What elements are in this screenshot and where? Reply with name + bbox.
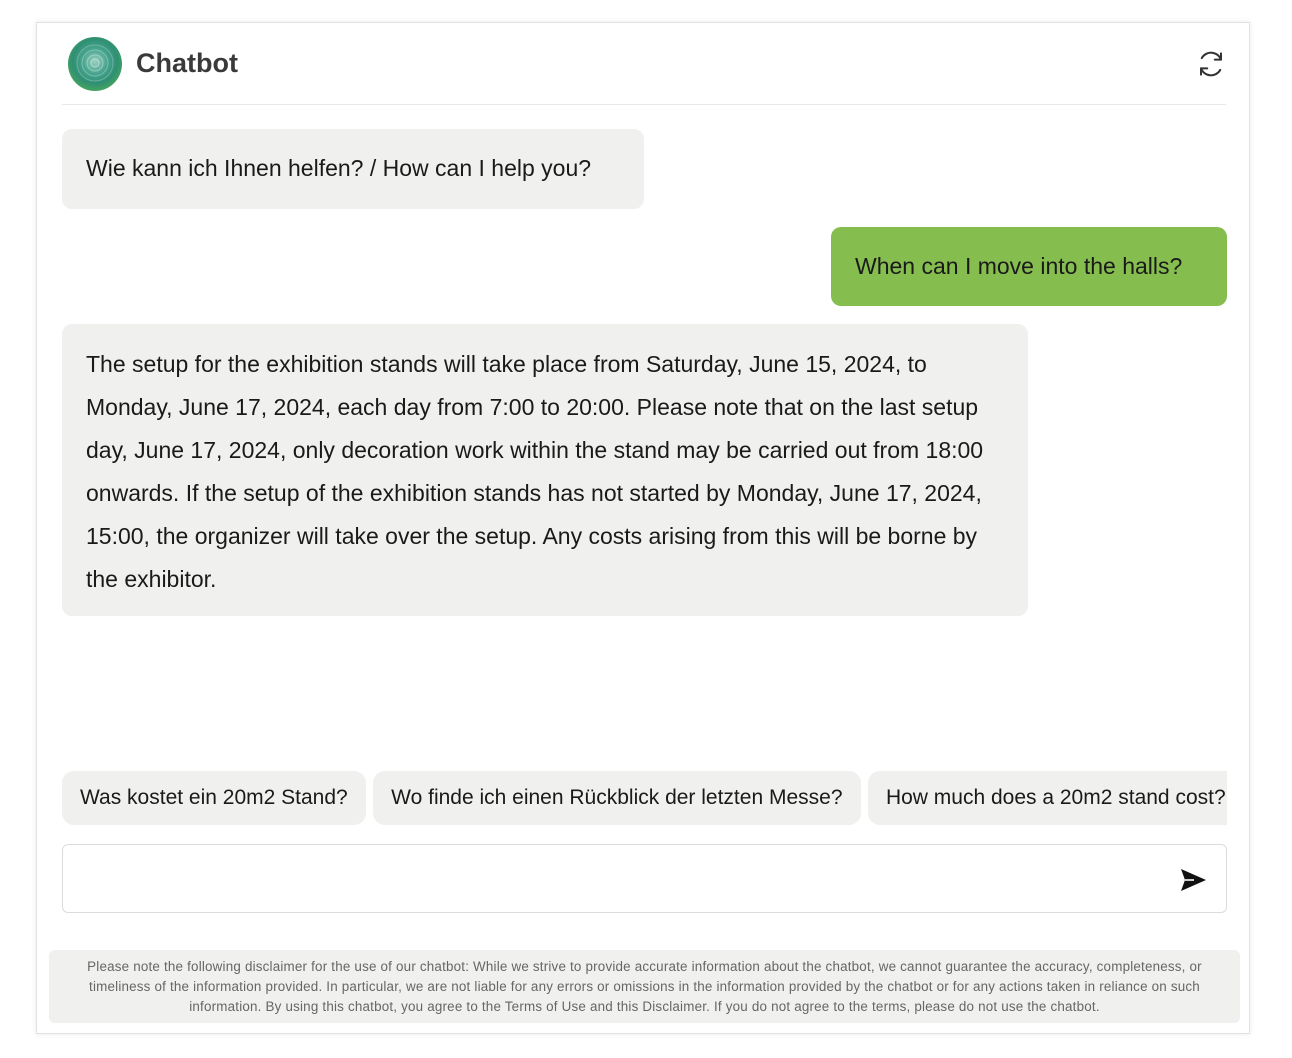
chatbot-window: Chatbot Wie kann ich Ihnen helfen? / How… [36, 22, 1250, 1034]
suggestion-chip[interactable]: Was kostet ein 20m2 Stand? [62, 771, 366, 825]
disclaimer-text: Please note the following disclaimer for… [49, 950, 1240, 1023]
chat-title: Chatbot [136, 48, 238, 78]
bot-message: The setup for the exhibition stands will… [62, 324, 1028, 616]
send-icon[interactable] [1178, 865, 1208, 895]
user-message: When can I move into the halls? [831, 227, 1227, 306]
message-input-box [62, 844, 1227, 913]
suggestion-chip[interactable]: How much does a 20m2 stand cost? [867, 771, 1227, 825]
chatbot-logo-icon [68, 36, 122, 91]
bot-message: Wie kann ich Ihnen helfen? / How can I h… [62, 129, 644, 209]
suggestion-chips: Was kostet ein 20m2 Stand? Wo finde ich … [62, 771, 1227, 825]
refresh-icon[interactable] [1196, 49, 1226, 79]
suggestion-chip[interactable]: Wo finde ich einen Rückblick der letzten… [373, 771, 861, 825]
message-input[interactable] [75, 857, 1159, 903]
chat-header: Chatbot [62, 23, 1226, 105]
